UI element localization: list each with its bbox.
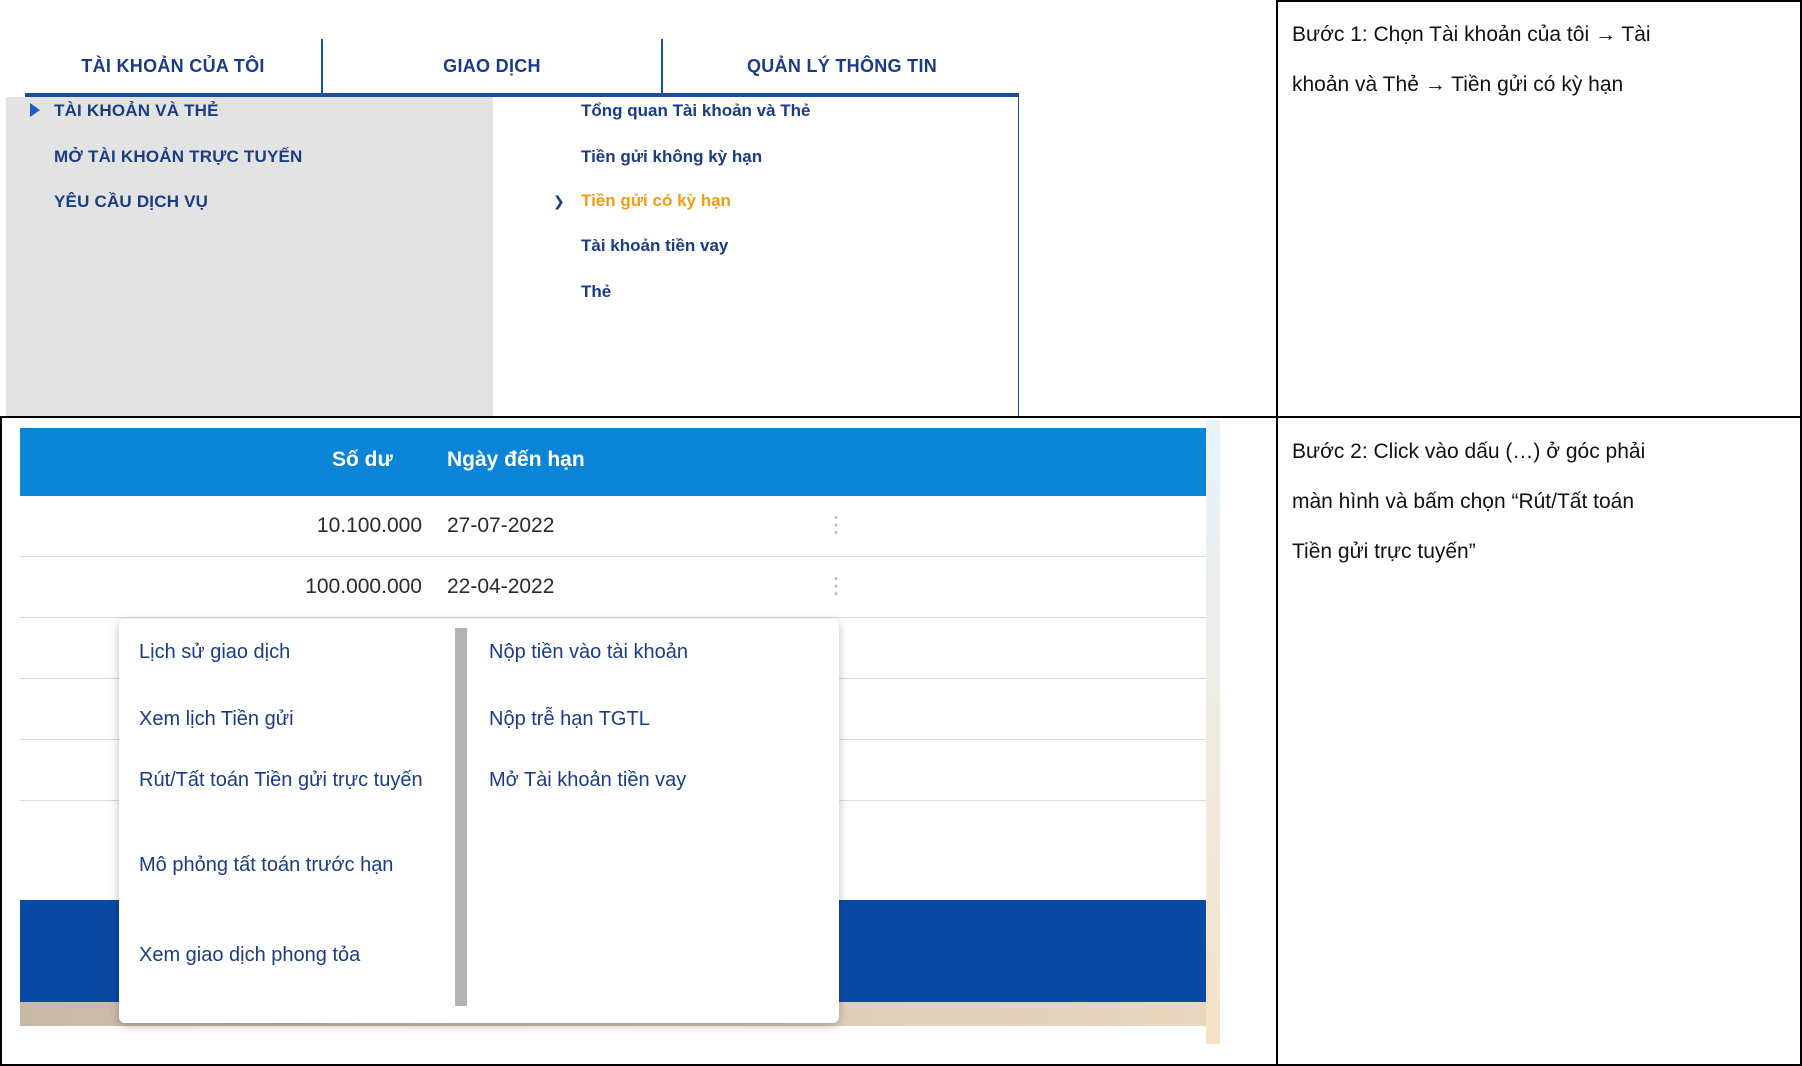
step1-screenshot: TÀI KHOẢN CỦA TÔI GIAO DỊCH QUẢN LÝ THÔN… — [3, 3, 1019, 416]
table-header: Số dư Ngày đến hạn — [20, 428, 1206, 496]
tab-my-account[interactable]: TÀI KHOẢN CỦA TÔI — [25, 39, 321, 93]
table-border — [1276, 0, 1802, 2]
step1-instruction-line: Bước 1: Chọn Tài khoản của tôi → Tài — [1292, 23, 1651, 46]
ctx-item-late-payment[interactable]: Nộp trễ hạn TGTL — [489, 707, 819, 732]
due-date-cell: 22-04-2022 — [447, 575, 555, 598]
due-date-cell: 27-07-2022 — [447, 514, 555, 537]
table-border — [1276, 0, 1278, 1066]
ctx-item-deposit-into-account[interactable]: Nộp tiền vào tài khoản — [489, 640, 819, 665]
submenu-item-demand-deposit[interactable]: Tiền gửi không kỳ hạn — [581, 147, 762, 167]
step2-instruction-line: Bước 2: Click vào dấu (…) ở góc phải — [1292, 440, 1646, 463]
column-header-due-date: Ngày đến hạn — [447, 448, 585, 471]
table-border — [0, 416, 2, 1066]
step2-screenshot: Số dư Ngày đến hạn 10.100.000 27-07-2022… — [3, 420, 1220, 1044]
balance-cell: 10.100.000 — [316, 514, 422, 537]
step2-instruction-line: Tiền gửi trực tuyến” — [1292, 540, 1476, 563]
ctx-item-early-settlement-sim[interactable]: Mô phỏng tất toán trước hạn — [139, 853, 439, 878]
submenu-item-cards[interactable]: Thẻ — [581, 282, 611, 302]
mega-menu-left-column: TÀI KHOẢN VÀ THẺ MỞ TÀI KHOẢN TRỰC TUYẾN… — [6, 97, 493, 416]
ctx-item-blocked-transactions[interactable]: Xem giao dịch phong tỏa — [139, 943, 459, 968]
submenu-item-overview[interactable]: Tổng quan Tài khoản và Thẻ — [581, 101, 811, 121]
column-header-balance: Số dư — [332, 448, 393, 471]
background-edge — [1206, 420, 1220, 1044]
chevron-right-icon: ❯ — [553, 193, 565, 209]
triangle-right-icon — [30, 103, 40, 117]
menu-item-service-request[interactable]: YÊU CẦU DỊCH VỤ — [54, 192, 208, 212]
table-row: 10.100.000 27-07-2022 ⋮ — [20, 496, 1206, 557]
balance-cell: 100.000.000 — [305, 575, 422, 598]
step1-instruction-line: khoản và Thẻ → Tiền gửi có kỳ hạn — [1292, 73, 1624, 96]
more-options-icon[interactable]: ⋮ — [825, 514, 847, 536]
ctx-item-open-loan-account[interactable]: Mở Tài khoản tiền vay — [489, 768, 819, 793]
tab-info-management[interactable]: QUẢN LÝ THÔNG TIN — [663, 39, 1019, 93]
ctx-item-withdraw-settle[interactable]: Rút/Tất toán Tiền gửi trực tuyến — [139, 768, 449, 793]
menu-item-accounts-cards[interactable]: TÀI KHOẢN VÀ THẺ — [54, 101, 219, 121]
step2-instruction-line: màn hình và bấm chọn “Rút/Tất toán — [1292, 490, 1635, 513]
menu-item-open-online-account[interactable]: MỞ TÀI KHOẢN TRỰC TUYẾN — [54, 147, 303, 167]
more-options-icon[interactable]: ⋮ — [825, 575, 847, 597]
tab-transactions[interactable]: GIAO DỊCH — [323, 39, 661, 93]
submenu-item-term-deposit[interactable]: Tiền gửi có kỳ hạn — [581, 191, 731, 211]
ctx-item-deposit-schedule[interactable]: Xem lịch Tiền gửi — [139, 707, 439, 732]
instruction-table: TÀI KHOẢN CỦA TÔI GIAO DỊCH QUẢN LÝ THÔN… — [0, 0, 1802, 1066]
submenu-item-loan-account[interactable]: Tài khoản tiền vay — [581, 236, 728, 256]
top-navigation: TÀI KHOẢN CỦA TÔI GIAO DỊCH QUẢN LÝ THÔN… — [25, 39, 1019, 97]
ctx-item-transaction-history[interactable]: Lịch sử giao dịch — [139, 640, 439, 665]
table-row: 100.000.000 22-04-2022 ⋮ — [20, 557, 1206, 618]
table-border — [0, 416, 1802, 418]
